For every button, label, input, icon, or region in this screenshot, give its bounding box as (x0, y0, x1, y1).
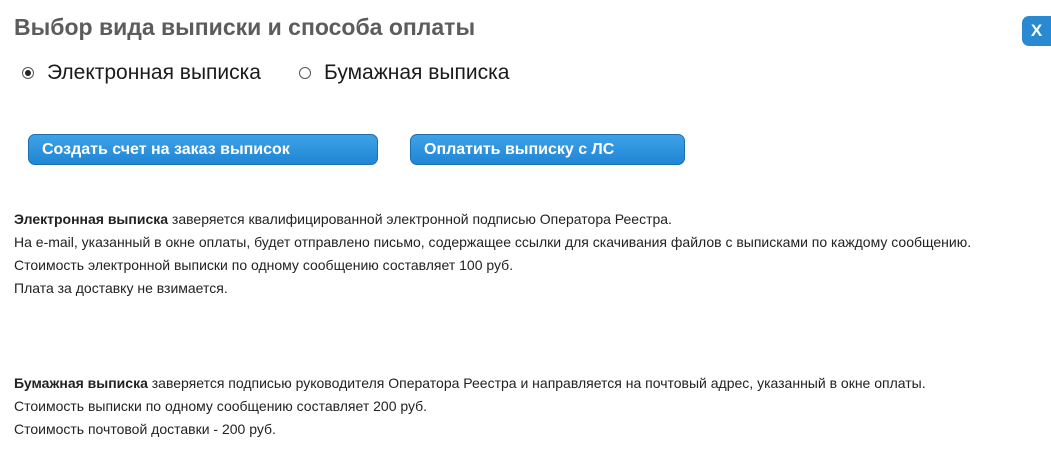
dialog-title: Выбор вида выписки и способа оплаты (14, 14, 476, 40)
paper-info-text: заверяется подписью руководителя Операто… (147, 375, 926, 391)
paper-info-line: Бумажная выписка заверяется подписью рук… (14, 372, 1044, 395)
electronic-info-line: Электронная выписка заверяется квалифици… (14, 208, 1044, 231)
radio-electronic-statement[interactable]: Электронная выписка (22, 61, 261, 85)
radio-unchecked-icon[interactable] (299, 67, 311, 79)
pay-from-account-button[interactable]: Оплатить выписку с ЛС (410, 134, 685, 165)
electronic-info-line: На e-mail, указанный в окне оплаты, буде… (14, 234, 972, 250)
statement-type-radio-group: Электронная выписка Бумажная выписка (22, 58, 509, 88)
radio-checked-icon[interactable] (22, 67, 34, 79)
radio-electronic-label: Электронная выписка (47, 61, 261, 84)
close-button[interactable]: X (1022, 16, 1051, 46)
paper-statement-info: Бумажная выписка заверяется подписью рук… (14, 372, 1044, 441)
electronic-info-line: Стоимость электронной выписки по одному … (14, 257, 514, 273)
paper-info-line: Стоимость выписки по одному сообщению со… (14, 398, 428, 414)
create-invoice-button[interactable]: Создать счет на заказ выписок (28, 134, 378, 165)
radio-paper-label: Бумажная выписка (324, 61, 510, 84)
electronic-info-text: заверяется квалифицированной электронной… (168, 211, 672, 227)
radio-paper-statement[interactable]: Бумажная выписка (299, 61, 509, 85)
paper-info-line: Стоимость почтовой доставки - 200 руб. (14, 421, 276, 437)
paper-info-term: Бумажная выписка (14, 375, 148, 391)
electronic-info-term: Электронная выписка (14, 211, 169, 227)
electronic-statement-info: Электронная выписка заверяется квалифици… (14, 208, 1044, 300)
electronic-info-line: Плата за доставку не взимается. (14, 280, 228, 296)
